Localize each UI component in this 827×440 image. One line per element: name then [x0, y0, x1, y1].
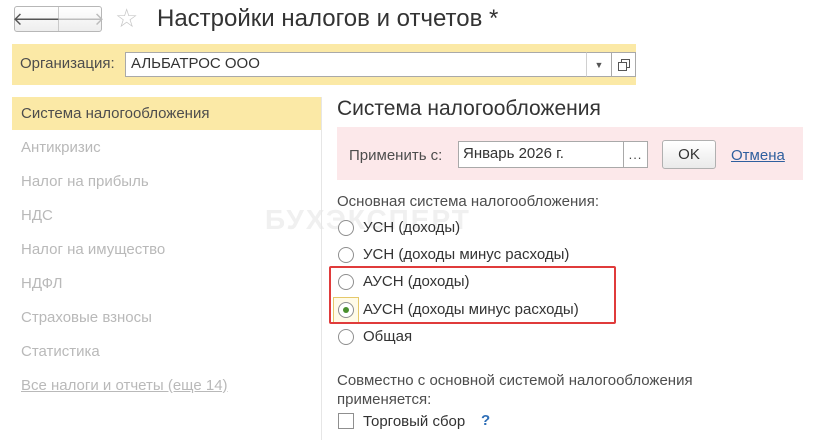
forward-arrow-icon: 🡒 [56, 9, 105, 29]
sidebar-item-tax-system[interactable]: Система налогообложения [21, 105, 209, 122]
open-icon [617, 58, 630, 71]
sidebar-item-statistics[interactable]: Статистика [21, 343, 100, 360]
star-icon[interactable]: ☆ [115, 5, 138, 31]
radio-label-usn-income: УСН (доходы) [363, 219, 461, 236]
organization-label: Организация: [20, 55, 115, 72]
combined-label: Совместно с основной системой налогообло… [337, 372, 693, 408]
sidebar-item-property-tax[interactable]: Налог на имущество [21, 241, 165, 258]
help-icon[interactable]: ? [481, 412, 490, 429]
organization-dropdown-button[interactable]: ▼ [586, 52, 612, 77]
sidebar-item-insurance[interactable]: Страховые взносы [21, 309, 152, 326]
annotation-highlight-box [329, 266, 616, 324]
apply-date-value: Январь 2026 г. [463, 145, 564, 162]
dropdown-icon: ▼ [594, 59, 604, 70]
back-button[interactable]: 🡐 [12, 7, 61, 31]
date-picker-button[interactable]: ... [623, 141, 648, 168]
radio-usn-income[interactable] [338, 220, 354, 236]
radio-general[interactable] [338, 329, 354, 345]
radio-usn-income-expense[interactable] [338, 247, 354, 263]
ok-button[interactable]: OK [662, 140, 716, 169]
back-arrow-icon: 🡐 [12, 9, 61, 29]
trade-fee-checkbox[interactable] [338, 413, 354, 429]
sidebar-divider [321, 97, 322, 440]
trade-fee-label: Торговый сбор [363, 413, 466, 430]
apply-label: Применить с: [349, 147, 443, 164]
forward-button[interactable]: 🡒 [56, 7, 105, 31]
sidebar-item-ndfl[interactable]: НДФЛ [21, 275, 62, 292]
tax-system-label: Основная система налогообложения: [337, 193, 599, 210]
window-title: Настройки налогов и отчетов * [157, 5, 499, 32]
radio-label-general: Общая [363, 328, 413, 345]
organization-open-button[interactable] [612, 52, 636, 77]
cancel-link[interactable]: Отмена [731, 147, 785, 164]
sidebar-item-profit-tax[interactable]: Налог на прибыль [21, 173, 149, 190]
section-title: Система налогообложения [337, 97, 601, 120]
sidebar-item-anticrisis[interactable]: Антикризис [21, 139, 101, 156]
nav-buttons: 🡐 🡒 [12, 6, 105, 32]
radio-label-usn-income-expense: УСН (доходы минус расходы) [363, 246, 570, 263]
organization-value: АЛЬБАТРОС ООО [131, 55, 260, 72]
sidebar-item-vat[interactable]: НДС [21, 207, 53, 224]
sidebar-item-all-taxes[interactable]: Все налоги и отчеты (еще 14) [21, 377, 228, 394]
